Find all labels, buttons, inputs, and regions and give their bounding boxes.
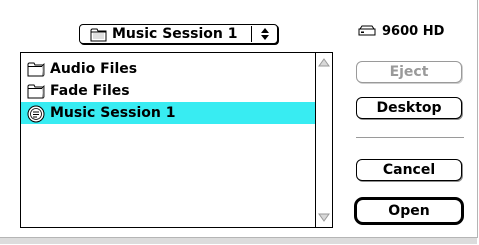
open-button[interactable]: Open: [354, 197, 464, 225]
scroll-up-arrow-icon[interactable]: [318, 57, 330, 69]
vertical-scrollbar[interactable]: [315, 53, 332, 227]
location-popup-menu[interactable]: Music Session 1: [79, 24, 278, 44]
file-list[interactable]: Audio Files Fade Files Music Session 1: [20, 52, 333, 228]
desktop-button[interactable]: Desktop: [356, 97, 462, 119]
file-list-item[interactable]: Audio Files: [21, 58, 315, 80]
scroll-down-arrow-icon[interactable]: [318, 211, 330, 223]
folder-icon: [27, 61, 45, 77]
file-list-item[interactable]: Fade Files: [21, 80, 315, 102]
button-separator: [356, 137, 464, 138]
folder-icon: [90, 27, 108, 46]
file-list-item-label: Fade Files: [50, 83, 130, 99]
session-document-icon: [27, 105, 45, 123]
popup-divider: [251, 26, 252, 42]
folder-icon: [27, 83, 45, 99]
location-popup-label: Music Session 1: [112, 26, 238, 42]
disk-indicator: 9600 HD: [358, 24, 444, 40]
file-list-item-selected[interactable]: Music Session 1: [21, 102, 315, 124]
disk-label: 9600 HD: [382, 24, 445, 39]
hard-disk-icon: [358, 24, 376, 40]
cancel-button[interactable]: Cancel: [356, 159, 462, 181]
up-down-arrows-icon: [257, 26, 273, 42]
file-list-rows: Audio Files Fade Files Music Session 1: [21, 58, 315, 124]
eject-button[interactable]: Eject: [356, 61, 462, 83]
open-file-dialog: Music Session 1 Audio Files Fade Files M…: [0, 0, 478, 244]
file-list-item-label: Audio Files: [50, 61, 138, 77]
file-list-item-label: Music Session 1: [50, 105, 176, 121]
